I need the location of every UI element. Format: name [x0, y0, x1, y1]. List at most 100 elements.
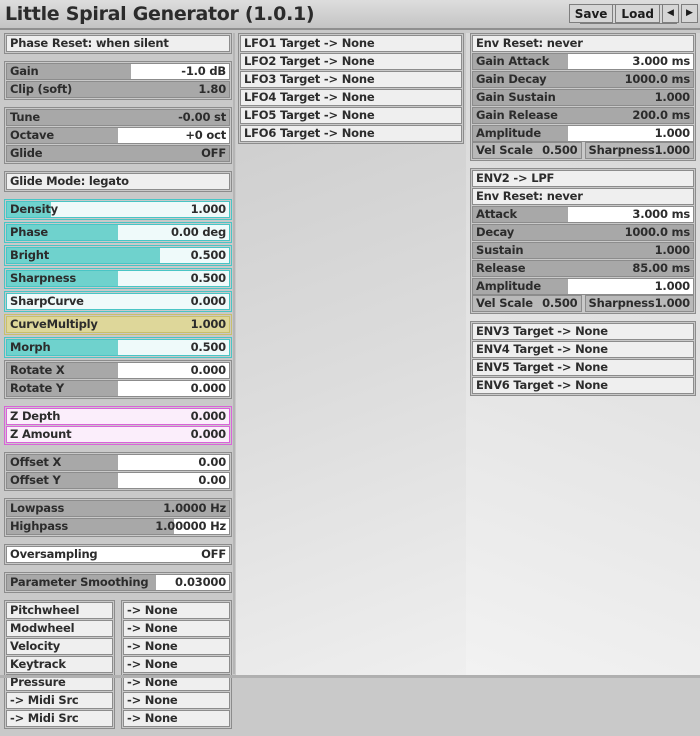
env2-sharpness-label: Sharpness — [589, 296, 655, 311]
parameter-slider[interactable]: Highpass1.00000 Hz — [6, 518, 230, 535]
filter-group: Lowpass1.0000 HzHighpass1.00000 Hz — [4, 498, 232, 537]
midi-source-selector[interactable]: -> Midi Src — [6, 692, 113, 709]
parameter-slider[interactable]: Lowpass1.0000 Hz — [6, 500, 230, 517]
tune-group: Tune-0.00 stOctave+0 octGlideOFF — [4, 107, 232, 164]
midi-source-selector-label: Pitchwheel — [10, 603, 79, 618]
parameter-slider[interactable]: Gain Attack3.000 ms — [472, 53, 694, 70]
midi-target-selector[interactable]: -> None — [123, 692, 230, 709]
parameter-slider[interactable]: Amplitude1.000 — [472, 125, 694, 142]
env2-title-selector[interactable]: ENV2 -> LPF — [472, 170, 694, 187]
parameter-slider[interactable]: Rotate X0.000 — [6, 362, 230, 379]
parameter-slider[interactable]: GlideOFF — [6, 145, 230, 162]
parameter-slider[interactable]: Gain Sustain1.000 — [472, 89, 694, 106]
parameter-slider[interactable]: Offset X0.00 — [6, 454, 230, 471]
parameter-value: 0.03000 — [175, 575, 226, 590]
env-target-selector-label: ENV5 Target -> None — [476, 360, 608, 375]
parameter-slider[interactable]: Z Amount0.000 — [6, 426, 230, 443]
parameter-slider[interactable]: Octave+0 oct — [6, 127, 230, 144]
env1-velscale-sharpness-row: Vel Scale 0.500 Sharpness 1.000 — [472, 142, 694, 159]
env1-rows: Gain Attack3.000 msGain Decay1000.0 msGa… — [472, 53, 694, 142]
parameter-slider[interactable]: Morph0.500 — [6, 339, 230, 356]
parameter-slider[interactable]: Clip (soft)1.80 — [6, 81, 230, 98]
env-target-selector[interactable]: ENV6 Target -> None — [472, 377, 694, 394]
midi-source-selector[interactable]: Pitchwheel — [6, 602, 113, 619]
parameter-label: Attack — [476, 207, 517, 222]
parameter-slider[interactable]: Density1.000 — [6, 201, 230, 218]
next-preset-arrow-icon[interactable]: ▶ — [681, 4, 698, 23]
midi-source-selector-label: -> Midi Src — [10, 693, 79, 708]
env1-reset-selector[interactable]: Env Reset: never — [472, 35, 694, 52]
env1-sharpness-label: Sharpness — [589, 143, 655, 158]
parameter-slider[interactable]: Decay1000.0 ms — [472, 224, 694, 241]
load-button[interactable]: Load — [615, 4, 660, 23]
page-title: Little Spiral Generator (1.0.1) — [0, 3, 314, 25]
env1-vel-scale-value: 0.500 — [542, 143, 577, 158]
env2-vel-scale[interactable]: Vel Scale 0.500 — [472, 295, 582, 312]
envelope-column: Env Reset: never Gain Attack3.000 msGain… — [470, 33, 696, 403]
parameter-slider[interactable]: Gain Release200.0 ms — [472, 107, 694, 124]
parameter-slider[interactable]: Attack3.000 ms — [472, 206, 694, 223]
parameter-slider[interactable]: Phase0.00 deg — [6, 224, 230, 241]
parameter-slider[interactable]: Tune-0.00 st — [6, 109, 230, 126]
parameter-label: Sharpness — [10, 271, 76, 286]
parameter-label: Glide — [10, 146, 42, 161]
env-target-selector[interactable]: ENV5 Target -> None — [472, 359, 694, 376]
parameter-value: 0.000 — [191, 381, 226, 396]
midi-target-column: -> None-> None-> None-> None-> None-> No… — [121, 600, 232, 729]
lfo-target-selector[interactable]: LFO1 Target -> None — [240, 35, 462, 52]
env-targets-group: ENV3 Target -> None ENV4 Target -> None EN… — [470, 321, 696, 396]
lfo-target-selector[interactable]: LFO2 Target -> None — [240, 53, 462, 70]
env-target-selector[interactable]: ENV4 Target -> None — [472, 341, 694, 358]
parameter-slider[interactable]: Gain-1.0 dB — [6, 63, 230, 80]
env2-sharpness[interactable]: Sharpness 1.000 — [585, 295, 695, 312]
parameter-slider[interactable]: Offset Y 0.00 — [6, 472, 230, 489]
parameter-slider[interactable]: Sustain1.000 — [472, 242, 694, 259]
parameter-value: 1.00000 Hz — [155, 519, 226, 534]
midi-target-selector[interactable]: -> None — [123, 620, 230, 637]
lfo-target-selector[interactable]: LFO4 Target -> None — [240, 89, 462, 106]
env-target-selector[interactable]: ENV3 Target -> None — [472, 323, 694, 340]
column-separator — [233, 33, 235, 674]
midi-source-selector[interactable]: -> Midi Src — [6, 710, 113, 727]
parameter-slider[interactable]: OversamplingOFF — [6, 546, 230, 563]
parameter-slider[interactable]: Amplitude1.000 — [472, 278, 694, 295]
env2-reset-selector[interactable]: Env Reset: never — [472, 188, 694, 205]
parameter-slider[interactable]: SharpCurve0.000 — [6, 293, 230, 310]
parameter-slider[interactable]: Rotate Y0.000 — [6, 380, 230, 397]
lfo-column: LFO1 Target -> NoneLFO2 Target -> NoneLF… — [238, 33, 464, 151]
midi-source-selector[interactable]: Velocity — [6, 638, 113, 655]
parameter-label: Offset Y — [10, 473, 61, 488]
env2-sharpness-value: 1.000 — [655, 296, 690, 311]
parameter-slider[interactable]: Gain Decay1000.0 ms — [472, 71, 694, 88]
lfo-target-selector[interactable]: LFO3 Target -> None — [240, 71, 462, 88]
midi-target-selector[interactable]: -> None — [123, 638, 230, 655]
midi-target-selector[interactable]: -> None — [123, 656, 230, 673]
parameter-value: 1.0000 Hz — [163, 501, 226, 516]
env1-vel-scale-label: Vel Scale — [476, 143, 533, 158]
parameter-value: 1.000 — [191, 202, 226, 217]
env1-vel-scale[interactable]: Vel Scale 0.500 — [472, 142, 582, 159]
midi-target-selector[interactable]: -> None — [123, 602, 230, 619]
parameter-label: Sustain — [476, 243, 523, 258]
lfo-target-selector[interactable]: LFO5 Target -> None — [240, 107, 462, 124]
env1-sharpness[interactable]: Sharpness 1.000 — [585, 142, 695, 159]
parameter-slider[interactable]: Z Depth0.000 — [6, 408, 230, 425]
parameter-slider[interactable]: Bright0.500 — [6, 247, 230, 264]
parameter-slider[interactable]: Sharpness0.500 — [6, 270, 230, 287]
midi-source-selector[interactable]: Keytrack — [6, 656, 113, 673]
env1-group: Env Reset: never Gain Attack3.000 msGain… — [470, 33, 696, 161]
prev-preset-arrow-icon[interactable]: ◀ — [662, 4, 679, 23]
shape-parameter-group: Density1.000 — [4, 199, 232, 220]
phase-reset-selector[interactable]: Phase Reset: when silent — [6, 35, 230, 52]
parameter-slider[interactable]: CurveMultiply1.000 — [6, 316, 230, 333]
midi-target-selector[interactable]: -> None — [123, 710, 230, 727]
glide-mode-selector[interactable]: Glide Mode: legato — [6, 173, 230, 190]
parameter-slider[interactable]: Parameter Smoothing0.03000 — [6, 574, 230, 591]
parameter-slider[interactable]: Release85.00 ms — [472, 260, 694, 277]
env-target-selector-label: ENV3 Target -> None — [476, 324, 608, 339]
save-button[interactable]: Save — [569, 4, 614, 23]
parameter-value: 0.00 — [198, 473, 226, 488]
parameter-value: +0 oct — [185, 128, 226, 143]
midi-source-selector[interactable]: Modwheel — [6, 620, 113, 637]
lfo-target-selector[interactable]: LFO6 Target -> None — [240, 125, 462, 142]
